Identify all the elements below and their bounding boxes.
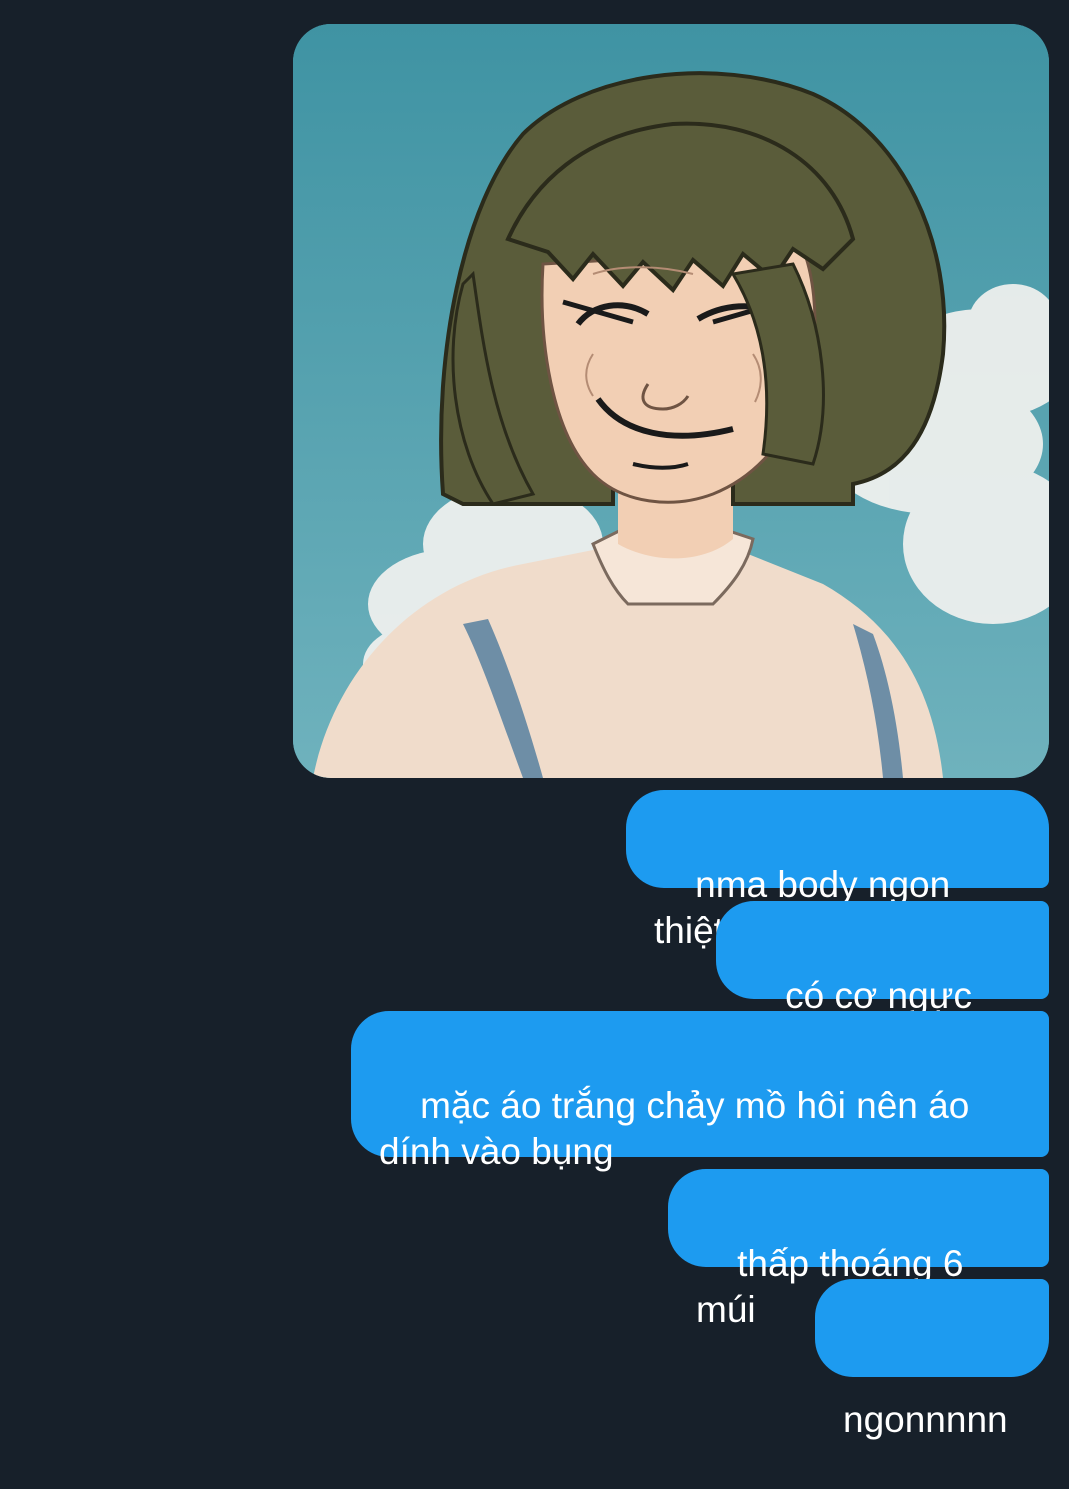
message-bubble[interactable]: thấp thoáng 6 múi bbox=[668, 1169, 1049, 1330]
message-text: ngonnnnn bbox=[843, 1399, 1008, 1440]
message-bubble[interactable]: có cơ ngực nữa bbox=[716, 901, 1049, 1062]
anime-character-image bbox=[293, 24, 1049, 778]
message-text: mặc áo trắng chảy mồ hôi nên áo dính vào… bbox=[379, 1085, 970, 1172]
message-bubble[interactable]: mặc áo trắng chảy mồ hôi nên áo dính vào… bbox=[351, 1011, 1049, 1172]
sent-image-message[interactable] bbox=[293, 24, 1049, 778]
message-bubble[interactable]: ngonnnnn bbox=[815, 1279, 1049, 1440]
dm-conversation: nma body ngon thiệt có cơ ngực nữa mặc á… bbox=[0, 0, 1069, 1440]
message-bubble[interactable]: nma body ngon thiệt bbox=[626, 790, 1049, 951]
